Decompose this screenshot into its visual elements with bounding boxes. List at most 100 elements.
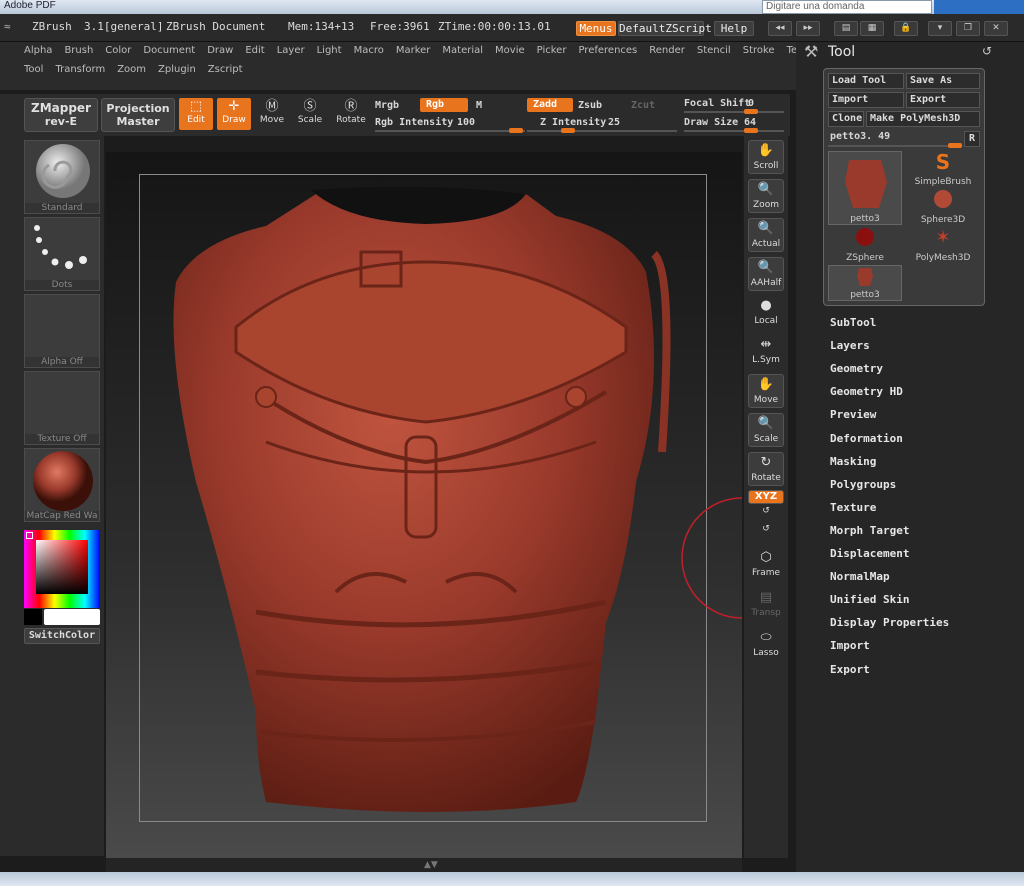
tool-section-1[interactable]: Layers (830, 339, 870, 352)
rotate-button[interactable]: Ⓡ Rotate (334, 98, 368, 130)
tool-section-11[interactable]: NormalMap (830, 570, 890, 583)
tool-slider[interactable] (828, 145, 960, 147)
layout-icon[interactable]: ▤ (834, 21, 858, 36)
draw-size-slider[interactable] (684, 130, 784, 132)
tool-section-15[interactable]: Export (830, 663, 870, 676)
menu-row1-0[interactable]: Alpha (24, 45, 52, 56)
menu-row1-3[interactable]: Document (143, 45, 195, 56)
tool-section-7[interactable]: Polygroups (830, 478, 896, 491)
tool-thumb-sphere3d[interactable]: Sphere3D (906, 189, 980, 225)
tool-section-13[interactable]: Display Properties (830, 616, 949, 629)
tool-section-3[interactable]: Geometry HD (830, 385, 903, 398)
zcut-button[interactable]: Zcut (631, 100, 655, 111)
rgb-intensity-slider[interactable] (375, 130, 525, 132)
aahalf-button[interactable]: 🔍 AAHalf (748, 257, 784, 291)
tool-section-0[interactable]: SubTool (830, 316, 876, 329)
save-as-button[interactable]: Save As (906, 73, 980, 89)
rotate-y-icon[interactable]: ↺ (748, 506, 784, 524)
menu-row2-1[interactable]: Transform (55, 64, 105, 75)
menu-row2-0[interactable]: Tool (24, 64, 43, 75)
close-icon[interactable]: ✕ (984, 21, 1008, 36)
rotate-view-button[interactable]: ↻ Rotate (748, 452, 784, 486)
tool-section-12[interactable]: Unified Skin (830, 593, 909, 606)
menu-row1-13[interactable]: Preferences (578, 45, 637, 56)
nav-left-icon[interactable]: ◂◂ (768, 21, 792, 36)
scroll-arrow-icon[interactable]: ▲▼ (424, 860, 438, 870)
make-polymesh-button[interactable]: Make PolyMesh3D (866, 111, 980, 127)
r-button[interactable]: R (964, 131, 980, 147)
palette-reset-icon[interactable]: ↺ (982, 44, 992, 58)
rotate-z-icon[interactable]: ↺ (748, 524, 784, 542)
menu-row1-16[interactable]: Stroke (743, 45, 775, 56)
tool-section-9[interactable]: Morph Target (830, 524, 909, 537)
z-intensity-slider[interactable] (527, 130, 677, 132)
menu-row1-9[interactable]: Marker (396, 45, 431, 56)
z-intensity-knob[interactable] (561, 128, 575, 133)
load-tool-button[interactable]: Load Tool (828, 73, 904, 89)
brush-selector[interactable]: Standard (24, 140, 100, 214)
zmapper-button[interactable]: ZMapper rev-E (24, 98, 98, 132)
draw-button[interactable]: ✛ Draw (217, 98, 251, 130)
move-view-button[interactable]: ✋ Move (748, 374, 784, 408)
menus-button[interactable]: Menus (576, 21, 616, 36)
menu-row1-12[interactable]: Picker (537, 45, 567, 56)
tool-thumb-petto3[interactable]: petto3 (828, 151, 902, 225)
menu-row1-14[interactable]: Render (649, 45, 685, 56)
lsym-button[interactable]: ⇹ L.Sym (748, 335, 784, 369)
minimize-icon[interactable]: ▾ (928, 21, 952, 36)
tool-section-14[interactable]: Import (830, 639, 870, 652)
primary-color-swatch[interactable] (44, 609, 100, 625)
lasso-button[interactable]: ⬭ Lasso (748, 628, 784, 662)
scale-button[interactable]: Ⓢ Scale (293, 98, 327, 130)
layout2-icon[interactable]: ▦ (860, 21, 884, 36)
tool-section-6[interactable]: Masking (830, 455, 876, 468)
focal-shift-knob[interactable] (744, 109, 758, 114)
restore-icon[interactable]: ❐ (956, 21, 980, 36)
nav-right-icon[interactable]: ▸▸ (796, 21, 820, 36)
tool-section-5[interactable]: Deformation (830, 432, 903, 445)
tool-thumb-polymesh3d[interactable]: ✶ PolyMesh3D (906, 227, 980, 263)
export-tool-button[interactable]: Export (906, 92, 980, 108)
tool-thumb-zsphere[interactable]: ZSphere (828, 227, 902, 263)
transp-button[interactable]: ▤ Transp (748, 588, 784, 622)
focal-shift-slider[interactable] (684, 111, 784, 113)
help-button[interactable]: Help (714, 21, 754, 36)
tool-section-10[interactable]: Displacement (830, 547, 909, 560)
tool-section-8[interactable]: Texture (830, 501, 876, 514)
xyz-button[interactable]: XYZ (748, 490, 784, 504)
tool-thumb-simplebrush[interactable]: S SimpleBrush (906, 151, 980, 187)
rgb-button[interactable]: Rgb (420, 98, 468, 112)
menu-row1-6[interactable]: Layer (277, 45, 305, 56)
canvas-scroll-bar[interactable]: ▲▼ (106, 858, 742, 872)
scale-view-button[interactable]: 🔍 Scale (748, 413, 784, 447)
local-button[interactable]: ● Local (748, 296, 784, 330)
menu-row1-4[interactable]: Draw (207, 45, 233, 56)
menu-row2-2[interactable]: Zoom (117, 64, 146, 75)
stroke-selector[interactable]: Dots (24, 217, 100, 291)
import-tool-button[interactable]: Import (828, 92, 904, 108)
move-button[interactable]: Ⓜ Move (255, 98, 289, 130)
clone-button[interactable]: Clone (828, 111, 864, 127)
mrgb-button[interactable]: Mrgb (375, 100, 399, 111)
texture-selector[interactable]: Texture Off (24, 371, 100, 445)
secondary-color-swatch[interactable] (24, 609, 42, 625)
draw-size-knob[interactable] (744, 128, 758, 133)
frame-button[interactable]: ⬡ Frame (748, 548, 784, 582)
m-button[interactable]: M (476, 100, 482, 111)
menu-row1-8[interactable]: Macro (354, 45, 384, 56)
edit-button[interactable]: ⬚ Edit (179, 98, 213, 130)
alpha-selector[interactable]: Alpha Off (24, 294, 100, 368)
tool-section-4[interactable]: Preview (830, 408, 876, 421)
material-selector[interactable]: MatCap Red Wa (24, 448, 100, 522)
menu-row1-2[interactable]: Color (105, 45, 131, 56)
menu-row1-10[interactable]: Material (442, 45, 483, 56)
menu-row1-15[interactable]: Stencil (697, 45, 731, 56)
tool-section-2[interactable]: Geometry (830, 362, 883, 375)
menu-row2-4[interactable]: Zscript (208, 64, 243, 75)
color-picker-field[interactable] (36, 540, 88, 594)
menu-row1-5[interactable]: Edit (245, 45, 264, 56)
actual-button[interactable]: 🔍 Actual (748, 218, 784, 252)
default-zscript-button[interactable]: DefaultZScript (618, 21, 712, 36)
menu-row2-3[interactable]: Zplugin (158, 64, 196, 75)
menu-row1-1[interactable]: Brush (64, 45, 93, 56)
